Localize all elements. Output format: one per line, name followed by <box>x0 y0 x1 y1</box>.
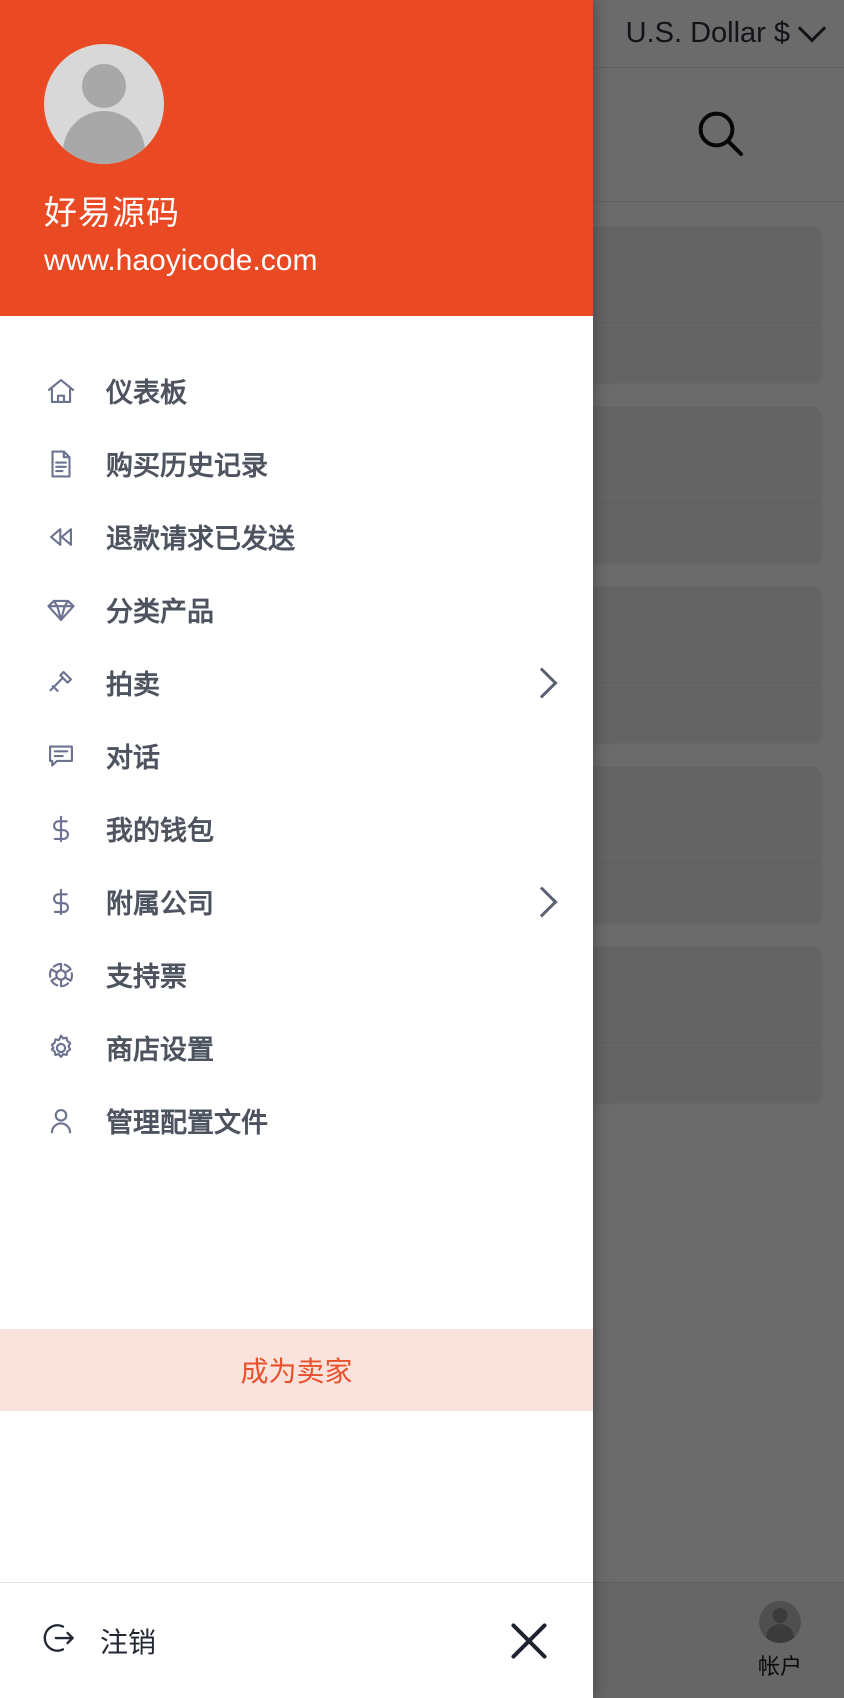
mobile-app-screen: U.S. Dollar $ <box>0 0 844 1698</box>
user-outline-icon <box>44 1104 84 1138</box>
user-name: 好易源码 <box>44 194 180 231</box>
menu-item-manage-profile[interactable]: 管理配置文件 <box>0 1084 593 1157</box>
menu-item-label: 支持票 <box>106 962 187 992</box>
menu-item-affiliates[interactable]: 附属公司 <box>0 865 593 938</box>
menu-item-refund-requests[interactable]: 退款请求已发送 <box>0 500 593 573</box>
logout-label: 注销 <box>100 1626 157 1658</box>
menu-item-support-ticket[interactable]: 支持票 <box>0 938 593 1011</box>
menu-item-label: 分类产品 <box>106 597 214 627</box>
menu-item-label: 拍卖 <box>106 670 160 700</box>
menu-item-label: 仪表板 <box>106 378 187 408</box>
chevron-right-icon[interactable] <box>526 666 558 699</box>
menu-item-classified-products[interactable]: 分类产品 <box>0 573 593 646</box>
menu-item-auction[interactable]: 拍卖 <box>0 646 593 719</box>
close-icon[interactable] <box>505 1617 553 1665</box>
logout-button[interactable]: 注销 <box>40 1619 505 1662</box>
side-drawer: 好易源码 www.haoyicode.com 仪表板 购买历史记录 退款请求已发… <box>0 0 593 1698</box>
menu-item-dashboard[interactable]: 仪表板 <box>0 354 593 427</box>
drawer-footer: 注销 <box>0 1582 593 1698</box>
document-icon <box>44 447 84 481</box>
menu-item-shop-settings[interactable]: 商店设置 <box>0 1011 593 1084</box>
diamond-icon <box>44 593 84 627</box>
lifebuoy-icon <box>44 958 84 992</box>
menu-item-label: 我的钱包 <box>106 816 214 846</box>
menu-item-purchase-history[interactable]: 购买历史记录 <box>0 427 593 500</box>
gear-icon <box>44 1031 84 1065</box>
chevron-right-icon[interactable] <box>526 885 558 918</box>
chat-bubble-icon <box>44 739 84 773</box>
logout-icon <box>40 1619 78 1662</box>
home-icon <box>44 374 84 408</box>
menu-item-label: 管理配置文件 <box>106 1108 268 1138</box>
become-seller-banner[interactable]: 成为卖家 <box>0 1328 593 1411</box>
menu-item-my-wallet[interactable]: 我的钱包 <box>0 792 593 865</box>
menu-item-label: 附属公司 <box>106 889 214 919</box>
gavel-icon <box>44 666 84 700</box>
menu-item-conversations[interactable]: 对话 <box>0 719 593 792</box>
menu-item-label: 购买历史记录 <box>106 451 268 481</box>
drawer-header: 好易源码 www.haoyicode.com <box>0 0 593 316</box>
dollar-sign-icon <box>44 812 84 846</box>
drawer-menu-list: 仪表板 购买历史记录 退款请求已发送 分类产品 拍卖 对话 我的钱包 附属公司 … <box>0 316 593 1329</box>
user-avatar-placeholder-icon[interactable] <box>44 44 164 164</box>
menu-item-label: 退款请求已发送 <box>106 524 295 554</box>
become-seller-label: 成为卖家 <box>240 1355 353 1387</box>
user-site-url: www.haoyicode.com <box>44 244 318 277</box>
drawer-empty-space <box>0 1410 593 1582</box>
menu-item-label: 对话 <box>106 743 160 773</box>
dollar-sign-icon <box>44 885 84 919</box>
menu-item-label: 商店设置 <box>106 1035 214 1065</box>
rewind-icon <box>44 520 84 554</box>
